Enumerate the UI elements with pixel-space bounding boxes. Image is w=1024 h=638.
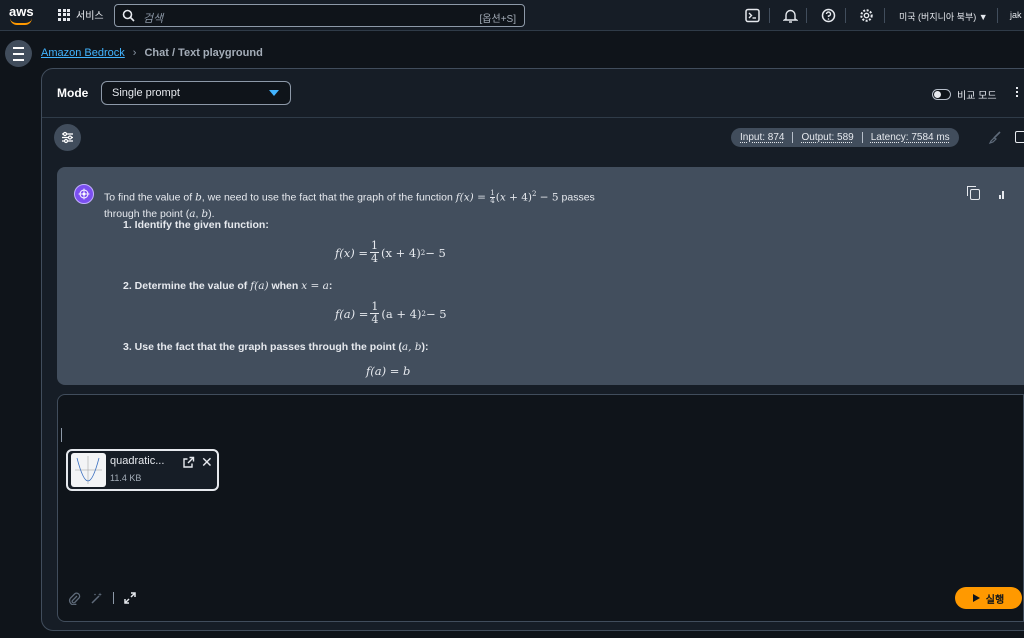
prompt-input-area[interactable] (57, 394, 1024, 622)
gear-icon[interactable] (859, 8, 874, 23)
search-input[interactable]: 검색 [옵션+S] (114, 4, 525, 27)
play-icon (972, 594, 980, 602)
top-navigation-bar: aws 서비스 검색 [옵션+S] 미국 (버지니아 북부) ▼ jak (0, 0, 1024, 31)
side-navigation-toggle[interactable] (5, 40, 32, 67)
model-avatar-icon (74, 184, 94, 204)
attachment-thumbnail (71, 453, 106, 487)
user-menu[interactable]: jak (1010, 10, 1022, 20)
cloudshell-icon[interactable] (745, 8, 760, 23)
aws-logo[interactable]: aws (9, 5, 35, 27)
attachment-card[interactable]: quadratic... 11.4 KB ✕ (66, 449, 219, 491)
equation-3: f(a) = b (366, 364, 411, 378)
external-link-icon[interactable] (182, 456, 195, 469)
services-label: 서비스 (76, 11, 104, 22)
expand-icon[interactable] (124, 592, 136, 604)
mode-label: Mode (57, 86, 89, 100)
toggle-switch[interactable] (932, 89, 951, 100)
bell-icon[interactable] (783, 8, 798, 23)
services-menu-button[interactable]: 서비스 (58, 7, 104, 22)
breadcrumb-link-bedrock[interactable]: Amazon Bedrock (41, 47, 125, 59)
response-intro: To find the value of b, we need to use t… (104, 189, 595, 220)
copy-response-icon[interactable] (967, 186, 980, 200)
divider (113, 592, 114, 604)
configurations-button[interactable] (54, 124, 81, 151)
attachment-size: 11.4 KB (110, 473, 142, 483)
close-icon[interactable]: ✕ (201, 455, 213, 469)
copy-icon[interactable] (1015, 131, 1024, 143)
equation-2: f(a) = 14 (a + 4) 2 − 5 (335, 300, 447, 326)
more-options-icon[interactable] (1016, 87, 1018, 97)
compare-mode-label: 비교 모드 (957, 91, 997, 102)
help-icon[interactable] (821, 8, 836, 23)
mode-select-value: Single prompt (112, 87, 180, 99)
aws-logo-text: aws (9, 4, 34, 19)
search-icon (122, 9, 135, 22)
magic-wand-icon[interactable] (90, 592, 103, 605)
paperclip-icon[interactable] (68, 592, 81, 605)
step-2: 2. Determine the value of f(a) when x = … (123, 280, 333, 292)
metric-input[interactable]: Input: 874 (740, 132, 784, 143)
metrics-badge: Input: 874 Output: 589 Latency: 7584 ms (731, 128, 959, 147)
breadcrumb: Amazon Bedrock › Chat / Text playground (41, 47, 263, 59)
region-selector[interactable]: 미국 (버지니아 북부) ▼ (899, 10, 988, 23)
metric-output[interactable]: Output: 589 (801, 132, 853, 143)
caret-down-icon (269, 90, 279, 96)
search-placeholder: 검색 (143, 13, 164, 25)
metrics-chart-icon[interactable] (999, 191, 1004, 199)
hamburger-icon (13, 45, 24, 63)
metric-latency[interactable]: Latency: 7584 ms (871, 132, 950, 143)
grid-icon (58, 8, 70, 21)
step-3: 3. Use the fact that the graph passes th… (123, 341, 429, 353)
run-button[interactable]: 실행 (955, 587, 1022, 609)
search-shortcut: [옵션+S] (479, 14, 516, 25)
chevron-right-icon: › (132, 47, 137, 59)
breadcrumb-current: Chat / Text playground (144, 47, 263, 59)
equation-1: f(x) = 14 (x + 4) 2 − 5 (335, 239, 446, 265)
run-label: 실행 (985, 594, 1005, 606)
attachment-name: quadratic... (110, 455, 165, 467)
clear-brush-icon[interactable] (988, 130, 1002, 144)
sliders-icon (62, 131, 73, 144)
text-cursor (61, 428, 62, 442)
compare-mode-toggle[interactable]: 비교 모드 (932, 87, 997, 102)
aws-smile-icon (10, 18, 32, 25)
mode-select[interactable]: Single prompt (101, 81, 291, 105)
step-1: 1. Identify the given function: (123, 219, 269, 231)
divider (42, 117, 1024, 118)
